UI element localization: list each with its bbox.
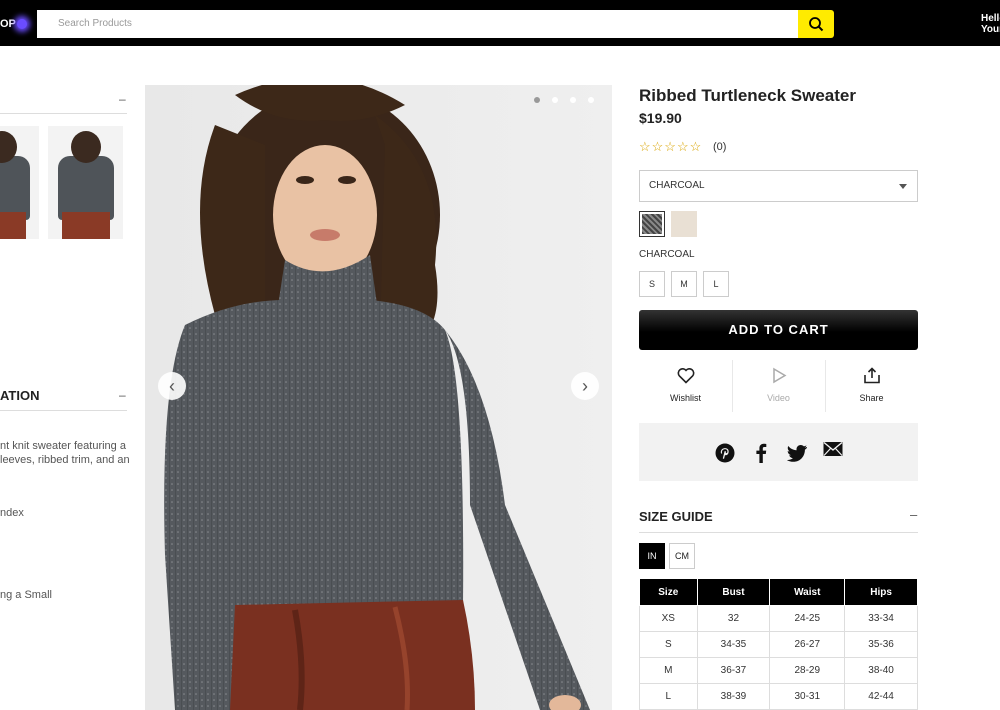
gallery-dot[interactable] bbox=[588, 97, 594, 103]
product-main-image[interactable]: ‹ › bbox=[145, 85, 612, 710]
thumbnail-skirt bbox=[62, 212, 110, 239]
thumbnail-hair bbox=[71, 131, 101, 163]
logo-glow-icon bbox=[16, 19, 27, 30]
collapse-icon[interactable]: – bbox=[119, 388, 126, 402]
table-cell: 35-36 bbox=[844, 631, 918, 658]
column-header: Bust bbox=[696, 578, 771, 606]
chevron-right-icon: › bbox=[582, 375, 588, 396]
size-option-m[interactable]: M bbox=[671, 271, 697, 297]
wishlist-button[interactable]: Wishlist bbox=[639, 360, 732, 412]
left-column: – ATION – nt knit sweater featuring a le… bbox=[0, 46, 130, 710]
gallery-dot[interactable] bbox=[552, 97, 558, 103]
collapse-icon[interactable]: – bbox=[910, 507, 917, 522]
search-icon bbox=[809, 17, 824, 32]
divider bbox=[639, 532, 918, 533]
thumbnail-sweater bbox=[58, 156, 114, 220]
table-cell: 24-25 bbox=[769, 605, 846, 632]
column-header: Size bbox=[639, 578, 698, 606]
table-cell: 42-44 bbox=[844, 683, 918, 710]
greeting-line-1: Hello, bbox=[981, 13, 1000, 24]
pinterest-icon[interactable] bbox=[713, 441, 737, 465]
swatch-cream[interactable] bbox=[671, 211, 697, 237]
table-cell: 33-34 bbox=[844, 605, 918, 632]
size-option-s[interactable]: S bbox=[639, 271, 665, 297]
product-price: $19.90 bbox=[639, 110, 682, 126]
top-navigation-bar: OP Search Products Hello, Your bbox=[0, 0, 1000, 46]
unit-toggle-cm[interactable]: CM bbox=[669, 543, 695, 569]
add-to-cart-button[interactable]: ADD TO CART bbox=[639, 310, 918, 350]
table-row: L 38-39 30-31 42-44 bbox=[639, 683, 918, 710]
account-greeting[interactable]: Hello, Your bbox=[981, 13, 1000, 35]
thumbnail-front[interactable] bbox=[0, 126, 39, 239]
table-cell: 26-27 bbox=[769, 631, 846, 658]
wishlist-label: Wishlist bbox=[670, 393, 701, 403]
twitter-icon[interactable] bbox=[785, 441, 809, 465]
table-cell: XS bbox=[639, 605, 698, 632]
size-option-l[interactable]: L bbox=[703, 271, 729, 297]
size-guide-table: Size Bust Waist Hips XS 32 24-25 33-34 S… bbox=[639, 578, 918, 710]
email-icon[interactable] bbox=[821, 437, 845, 461]
column-header: Waist bbox=[769, 578, 846, 606]
table-header-row: Size Bust Waist Hips bbox=[639, 578, 918, 606]
thumbnail-sweater bbox=[0, 156, 30, 220]
table-cell: M bbox=[639, 657, 698, 684]
divider bbox=[0, 410, 127, 411]
selected-color-label: CHARCOAL bbox=[639, 249, 695, 260]
logo-text: OP bbox=[0, 18, 16, 30]
table-cell: 34-35 bbox=[696, 631, 771, 658]
share-icon bbox=[863, 367, 880, 384]
column-header: Hips bbox=[844, 578, 918, 606]
brand-logo[interactable]: OP bbox=[0, 11, 36, 37]
share-label: Share bbox=[859, 393, 884, 403]
swatch-charcoal[interactable] bbox=[639, 211, 665, 237]
play-icon bbox=[772, 367, 786, 384]
table-row: M 36-37 28-29 38-40 bbox=[639, 657, 918, 684]
table-cell: S bbox=[639, 631, 698, 658]
thumbnail-skirt bbox=[0, 212, 26, 239]
chevron-down-icon bbox=[899, 184, 907, 189]
share-button[interactable]: Share bbox=[825, 360, 918, 412]
unit-toggle-in[interactable]: IN bbox=[639, 543, 665, 569]
facebook-icon[interactable] bbox=[749, 441, 773, 465]
description-line: leeves, ribbed trim, and an bbox=[0, 454, 130, 466]
video-label: Video bbox=[767, 393, 790, 403]
divider bbox=[0, 113, 127, 114]
table-cell: 38-40 bbox=[844, 657, 918, 684]
collapse-icon[interactable]: – bbox=[119, 92, 126, 106]
table-cell: 32 bbox=[696, 605, 771, 632]
description-line: nt knit sweater featuring a bbox=[0, 440, 126, 452]
greeting-line-2: Your bbox=[981, 24, 1000, 35]
table-cell: 28-29 bbox=[769, 657, 846, 684]
search-button[interactable] bbox=[798, 10, 834, 38]
social-share-panel bbox=[639, 423, 918, 481]
details-section-title[interactable]: ATION bbox=[0, 388, 39, 403]
table-cell: 36-37 bbox=[696, 657, 771, 684]
description-line: ndex bbox=[0, 507, 24, 519]
gallery-dots bbox=[534, 97, 594, 103]
table-cell: 38-39 bbox=[696, 683, 771, 710]
color-select[interactable]: CHARCOAL bbox=[639, 170, 918, 202]
next-image-button[interactable]: › bbox=[571, 372, 599, 400]
prev-image-button[interactable]: ‹ bbox=[158, 372, 186, 400]
video-button[interactable]: Video bbox=[732, 360, 825, 412]
thumbnail-back[interactable] bbox=[48, 126, 123, 239]
table-row: S 34-35 26-27 35-36 bbox=[639, 631, 918, 658]
heart-icon bbox=[677, 368, 694, 384]
gallery-dot[interactable] bbox=[570, 97, 576, 103]
table-row: XS 32 24-25 33-34 bbox=[639, 605, 918, 632]
table-cell: 30-31 bbox=[769, 683, 846, 710]
product-title: Ribbed Turtleneck Sweater bbox=[639, 86, 856, 105]
model-photo bbox=[145, 85, 612, 710]
chevron-left-icon: ‹ bbox=[169, 375, 175, 396]
table-cell: L bbox=[639, 683, 698, 710]
color-select-value: CHARCOAL bbox=[649, 180, 705, 191]
gallery-dot[interactable] bbox=[534, 97, 540, 103]
review-count[interactable]: (0) bbox=[713, 141, 726, 153]
description-line: ng a Small bbox=[0, 589, 52, 601]
search-input[interactable]: Search Products bbox=[37, 10, 798, 38]
rating-stars-icon[interactable]: ☆☆☆☆☆ bbox=[639, 139, 702, 155]
size-guide-title[interactable]: SIZE GUIDE bbox=[639, 509, 713, 524]
